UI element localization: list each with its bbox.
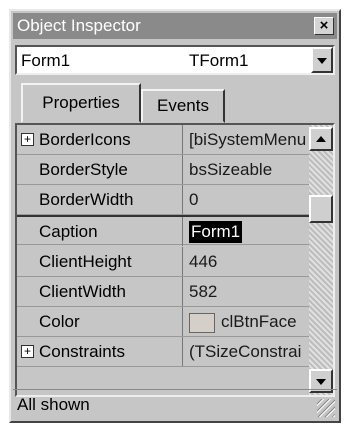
title-bar[interactable]: Object Inspector × bbox=[13, 13, 337, 39]
property-name: Color bbox=[17, 307, 183, 336]
property-value[interactable]: 582 bbox=[185, 277, 309, 306]
scroll-up-button[interactable] bbox=[309, 127, 333, 151]
property-row[interactable]: BorderWidth 0 bbox=[17, 185, 309, 215]
caption-edit-text[interactable]: Form1 bbox=[189, 221, 243, 243]
property-value[interactable]: bsSizeable bbox=[185, 155, 309, 184]
property-name-cell: + Constraints bbox=[17, 337, 183, 366]
chevron-down-icon bbox=[317, 58, 327, 64]
color-swatch bbox=[189, 312, 215, 333]
tab-properties-label: Properties bbox=[42, 93, 120, 112]
property-value[interactable]: 446 bbox=[185, 247, 309, 276]
property-name: ClientHeight bbox=[17, 247, 183, 276]
tab-properties[interactable]: Properties bbox=[21, 83, 141, 123]
tab-events-label: Events bbox=[157, 96, 209, 115]
object-selector-dropdown-button[interactable] bbox=[311, 47, 333, 73]
property-value[interactable]: 0 bbox=[185, 185, 309, 214]
property-name: BorderStyle bbox=[17, 155, 183, 184]
resize-grip-icon[interactable] bbox=[317, 399, 335, 417]
object-name: Form1 bbox=[21, 51, 71, 70]
expand-plus-icon[interactable]: + bbox=[21, 133, 34, 146]
object-inspector-window: Object Inspector × Form1 TForm1 Properti… bbox=[9, 9, 341, 423]
status-text: All shown bbox=[17, 395, 90, 414]
tab-strip: Properties Events bbox=[15, 81, 335, 123]
property-value-editor[interactable]: Form1 bbox=[185, 217, 309, 246]
property-name: BorderWidth bbox=[17, 185, 183, 214]
close-icon: × bbox=[319, 17, 329, 34]
property-value[interactable]: [biSystemMenu bbox=[185, 125, 309, 154]
property-grid: + BorderIcons [biSystemMenu BorderStyle … bbox=[15, 123, 335, 397]
property-name: BorderIcons bbox=[39, 130, 131, 149]
property-value: clBtnFace bbox=[221, 312, 297, 331]
arrow-down-icon bbox=[316, 379, 326, 385]
property-row[interactable]: BorderStyle bsSizeable bbox=[17, 155, 309, 185]
status-bar: All shown bbox=[13, 389, 337, 419]
property-row[interactable]: ClientWidth 582 bbox=[17, 277, 309, 307]
window-title: Object Inspector bbox=[17, 16, 141, 35]
scroll-thumb[interactable] bbox=[309, 195, 333, 223]
property-row[interactable]: ClientHeight 446 bbox=[17, 247, 309, 277]
property-value[interactable]: (TSizeConstrai bbox=[185, 337, 309, 366]
close-button[interactable]: × bbox=[314, 17, 334, 35]
property-value-cell[interactable]: clBtnFace bbox=[185, 307, 309, 336]
object-selector[interactable]: Form1 TForm1 bbox=[15, 45, 335, 75]
property-name: Caption bbox=[17, 217, 183, 246]
arrow-up-icon bbox=[316, 136, 326, 142]
property-name-cell: + BorderIcons bbox=[17, 125, 183, 154]
expand-plus-icon[interactable]: + bbox=[21, 345, 34, 358]
property-name: Constraints bbox=[39, 342, 125, 361]
vertical-scrollbar[interactable] bbox=[309, 125, 333, 395]
property-name: ClientWidth bbox=[17, 277, 183, 306]
property-row[interactable]: + BorderIcons [biSystemMenu bbox=[17, 125, 309, 155]
tab-events[interactable]: Events bbox=[141, 89, 225, 123]
property-row-selected[interactable]: Caption Form1 bbox=[17, 215, 309, 246]
property-row[interactable]: Color clBtnFace bbox=[17, 307, 309, 337]
object-type: TForm1 bbox=[189, 51, 249, 70]
property-row[interactable]: + Constraints (TSizeConstrai bbox=[17, 337, 309, 367]
